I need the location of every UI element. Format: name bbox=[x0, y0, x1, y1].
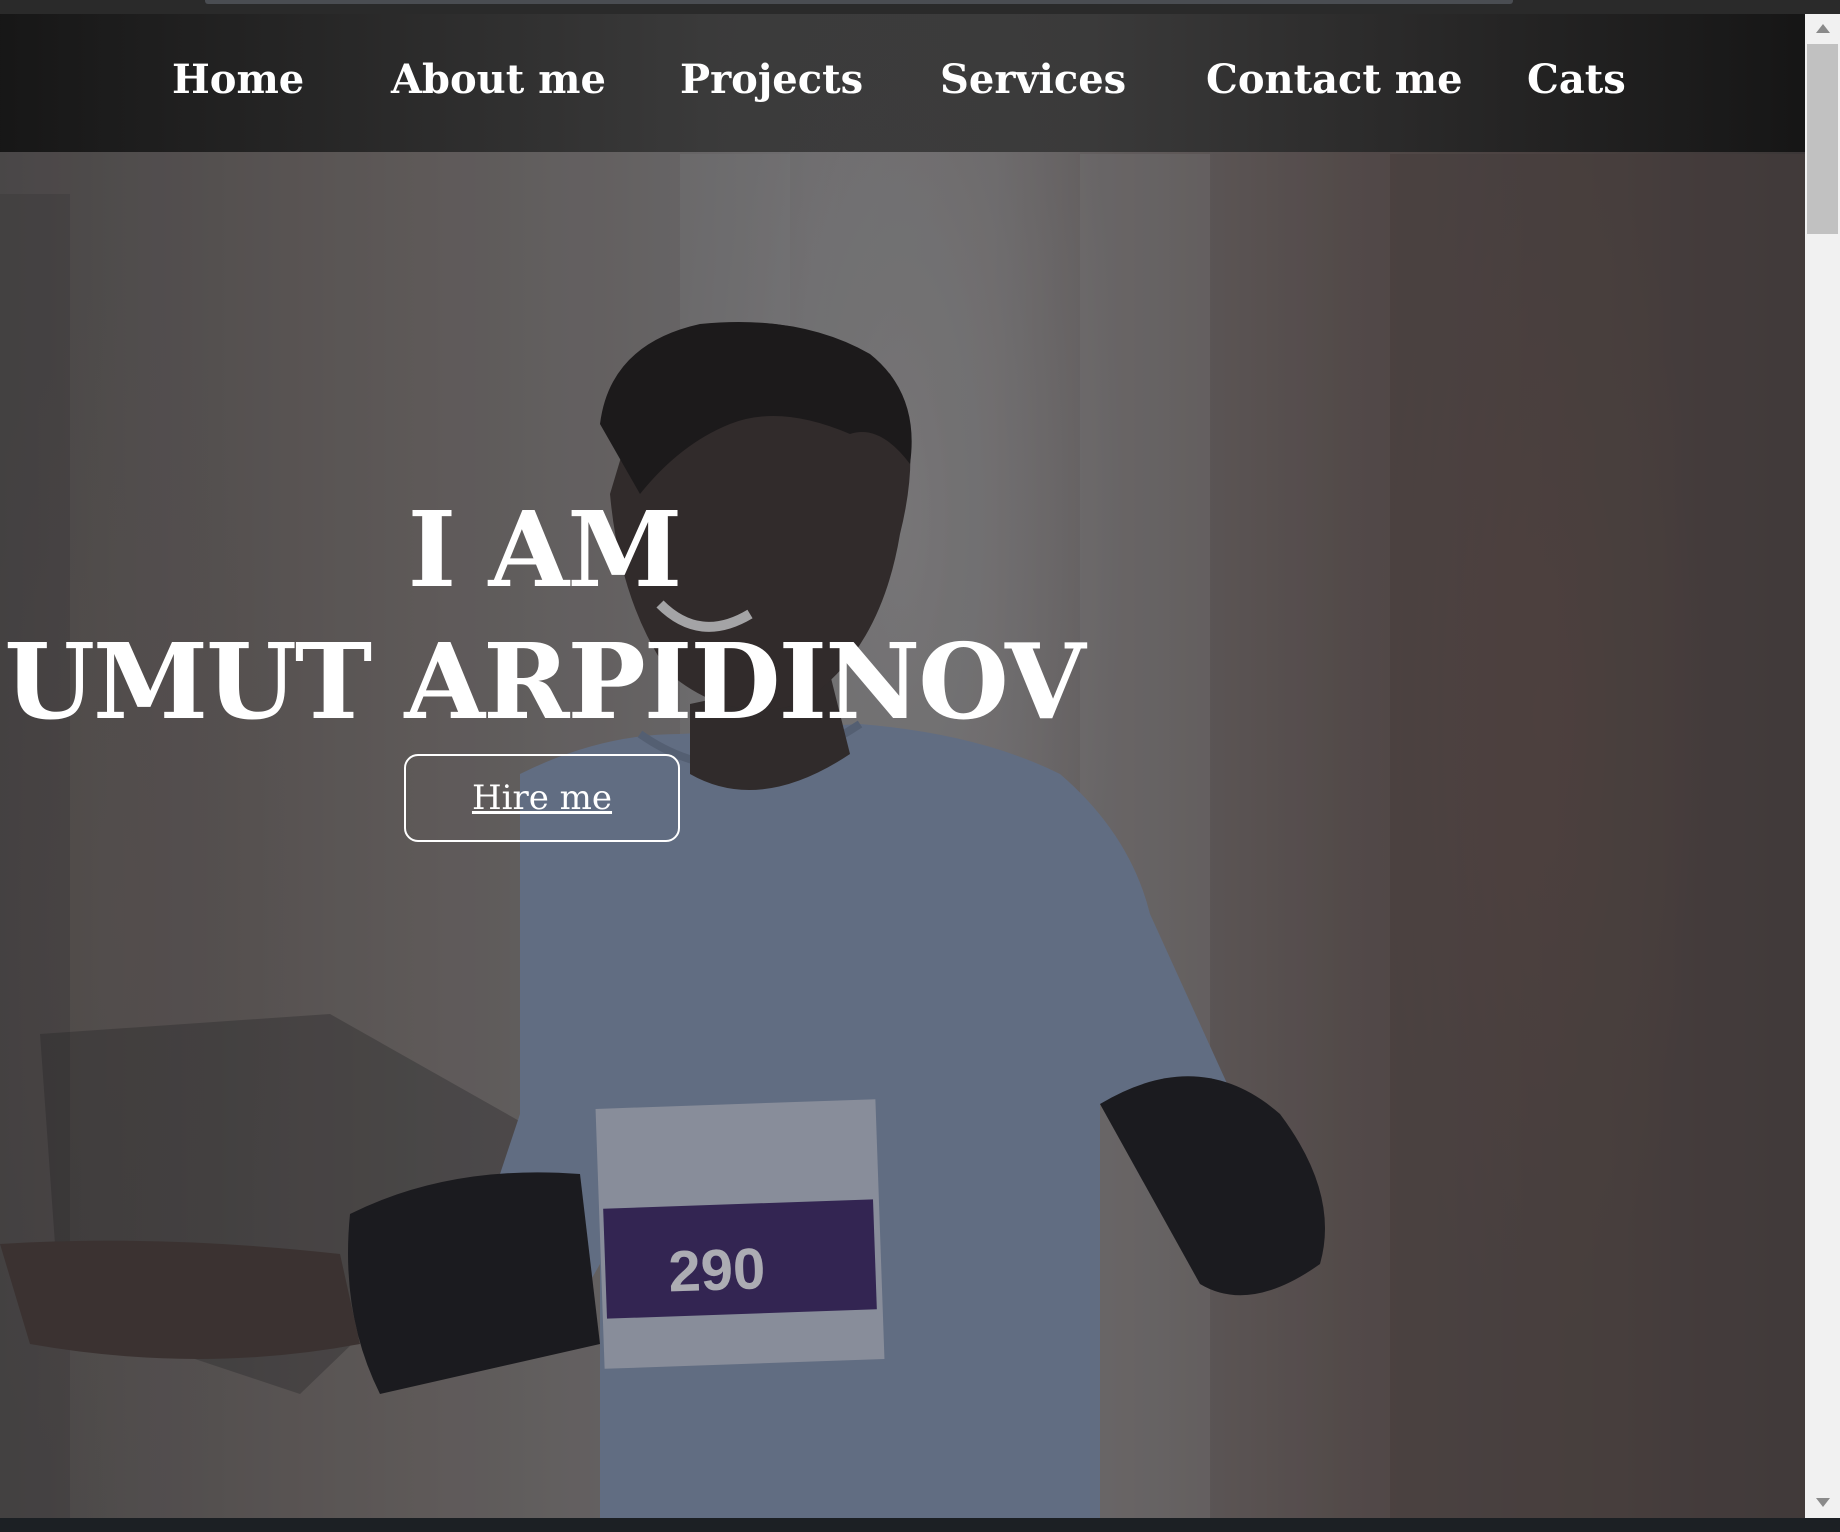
browser-top-bar bbox=[205, 0, 1513, 4]
page-viewport: 290 Home About me Projects Services Cont… bbox=[0, 14, 1805, 1518]
nav-link-contact-me[interactable]: Contact me bbox=[1206, 60, 1463, 100]
scroll-down-arrow-icon[interactable] bbox=[1816, 1498, 1830, 1507]
browser-bottom-strip bbox=[0, 1518, 1840, 1532]
scroll-up-arrow-icon[interactable] bbox=[1816, 24, 1830, 33]
scrollbar-thumb[interactable] bbox=[1807, 44, 1838, 234]
hero-dark-overlay bbox=[0, 14, 1805, 1518]
nav-link-services[interactable]: Services bbox=[940, 60, 1126, 100]
browser-top-strip bbox=[0, 0, 1840, 14]
nav-link-cats[interactable]: Cats bbox=[1527, 60, 1626, 100]
nav-link-about-me[interactable]: About me bbox=[391, 60, 606, 100]
hire-me-button[interactable]: Hire me bbox=[404, 754, 680, 842]
nav-link-home[interactable]: Home bbox=[172, 60, 304, 100]
hero-title-line-2: UMUT ARPIDINOV bbox=[4, 619, 1085, 743]
vertical-scrollbar[interactable] bbox=[1805, 14, 1840, 1518]
top-navbar: Home About me Projects Services Contact … bbox=[0, 14, 1805, 152]
hero-title: I AM UMUT ARPIDINOV bbox=[0, 484, 1088, 748]
nav-link-projects[interactable]: Projects bbox=[680, 60, 863, 100]
hero-title-line-1: I AM bbox=[407, 487, 683, 611]
